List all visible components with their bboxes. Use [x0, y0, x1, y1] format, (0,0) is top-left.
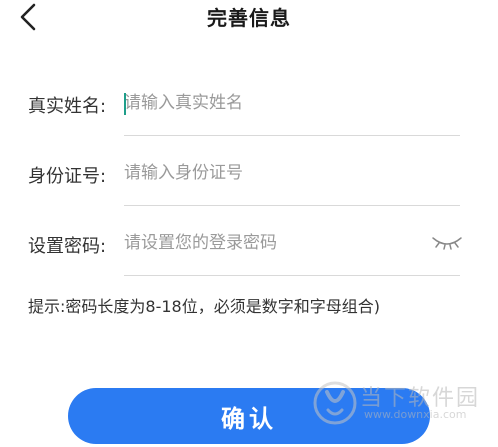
- name-row: 真实姓名:: [0, 84, 498, 124]
- password-input[interactable]: [124, 226, 424, 260]
- watermark-url: www.downxia.com: [364, 408, 467, 421]
- id-number-row: 身份证号:: [0, 154, 498, 194]
- text-cursor: [124, 93, 126, 115]
- id-number-input[interactable]: [124, 156, 424, 190]
- name-input[interactable]: [124, 86, 424, 120]
- watermark: 当下软件园 www.downxia.com: [312, 380, 492, 428]
- eye-closed-icon: [432, 237, 462, 250]
- toggle-password-visibility-button[interactable]: [430, 232, 464, 252]
- id-number-divider: [124, 205, 460, 206]
- password-label: 设置密码:: [28, 236, 107, 257]
- top-bar: 完善信息: [0, 0, 498, 36]
- watermark-logo-icon: [313, 381, 357, 425]
- name-label: 真实姓名:: [28, 96, 107, 117]
- page-title: 完善信息: [207, 6, 291, 30]
- name-divider: [124, 135, 460, 136]
- password-row: 设置密码:: [0, 224, 498, 264]
- password-divider: [124, 275, 460, 276]
- id-number-label: 身份证号:: [28, 166, 107, 187]
- password-hint: 提示:密码长度为8-18位，必须是数字和字母组合): [28, 297, 380, 316]
